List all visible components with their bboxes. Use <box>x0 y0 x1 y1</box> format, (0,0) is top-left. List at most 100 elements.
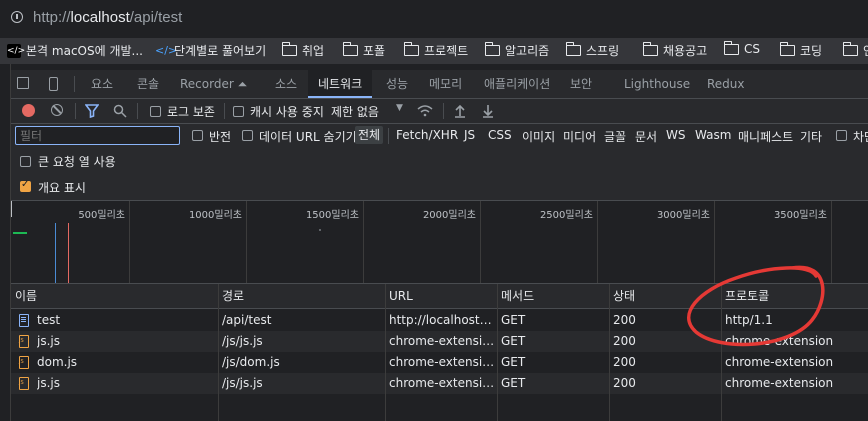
column-divider[interactable] <box>385 284 386 421</box>
script-icon <box>19 335 29 348</box>
request-path: /js/js.js <box>222 376 263 390</box>
filter-type-css[interactable]: CSS <box>488 128 512 142</box>
tab-console[interactable]: 콘솔 <box>137 70 159 98</box>
divider <box>224 103 225 119</box>
big-rows-checkbox[interactable] <box>20 156 31 167</box>
column-header-url[interactable]: URL <box>385 284 497 309</box>
filter-type-image[interactable]: 이미지 <box>522 128 555 145</box>
device-toolbar-icon[interactable] <box>49 77 58 91</box>
folder-icon <box>342 42 358 56</box>
filter-type-ws[interactable]: WS <box>666 128 685 142</box>
column-header-path[interactable]: 경로 <box>218 284 385 309</box>
table-row[interactable]: test /api/test http://localhost/... GET … <box>11 310 868 331</box>
column-divider[interactable] <box>721 284 722 421</box>
bookmark-item[interactable]: </> 단계별로 풀어보기 <box>155 42 266 59</box>
folder-icon <box>403 42 419 56</box>
filter-type-wasm[interactable]: Wasm <box>695 128 731 142</box>
info-icon[interactable] <box>11 11 23 23</box>
gridline <box>480 201 481 283</box>
request-bar <box>319 229 321 231</box>
throttling-select[interactable]: 제한 없음 <box>331 103 379 120</box>
filter-type-font[interactable]: 글꼴 <box>604 128 626 145</box>
table-row[interactable]: js.js /js/js.js chrome-extensio... GET 2… <box>11 331 868 352</box>
blocked-requests-checkbox[interactable] <box>836 130 847 141</box>
filter-type-media[interactable]: 미디어 <box>563 128 596 145</box>
bookmark-folder[interactable]: 프로젝트 <box>403 42 468 59</box>
filter-input[interactable] <box>15 126 180 145</box>
blocked-requests-label: 차단 <box>853 130 868 144</box>
tick-label: 1000밀리초 <box>188 210 242 221</box>
chevron-down-icon[interactable]: ▼ <box>396 103 403 113</box>
bookmark-folder[interactable]: 알고리즘 <box>484 42 549 59</box>
divider <box>388 128 389 144</box>
filter-icon[interactable] <box>85 104 99 118</box>
table-row[interactable]: js.js /js/js.js chrome-extensio... GET 2… <box>11 373 868 394</box>
column-divider[interactable] <box>497 284 498 421</box>
tab-elements[interactable]: 요소 <box>91 70 113 98</box>
request-path: /api/test <box>222 313 272 327</box>
column-header-protocol[interactable]: 프로토콜 <box>721 284 868 309</box>
tab-memory[interactable]: 메모리 <box>429 70 462 98</box>
tick-label: 1500밀리초 <box>305 210 359 221</box>
column-header-method[interactable]: 메서드 <box>497 284 609 309</box>
request-status: 200 <box>613 376 636 390</box>
filter-type-other[interactable]: 기타 <box>800 128 822 145</box>
folder-icon <box>642 42 658 56</box>
show-overview-checkbox[interactable] <box>20 179 31 192</box>
request-url: chrome-extensio... <box>389 334 495 348</box>
request-protocol: chrome-extension <box>725 355 834 369</box>
bookmark-folder[interactable]: 포폴 <box>342 42 385 59</box>
request-status: 200 <box>613 355 636 369</box>
hide-data-urls-label: 데이터 URL 숨기기 <box>259 130 357 144</box>
bookmark-folder[interactable]: 인 <box>842 42 868 59</box>
request-name: js.js <box>37 334 60 348</box>
preserve-log-label: 로그 보존 <box>167 105 215 119</box>
disable-cache-checkbox[interactable] <box>233 106 244 117</box>
search-icon[interactable] <box>113 104 127 118</box>
bookmark-item[interactable]: </> 본격 macOS에 개발... <box>7 42 143 59</box>
tab-performance[interactable]: 성능 <box>386 70 408 98</box>
bookmark-folder[interactable]: 코딩 <box>779 42 822 59</box>
tab-network[interactable]: 네트워크 <box>308 70 373 98</box>
column-divider[interactable] <box>218 284 219 421</box>
filter-type-all[interactable]: 전체 <box>355 126 384 144</box>
filter-type-doc[interactable]: 문서 <box>635 128 657 145</box>
timeline-overview[interactable]: 500밀리초 1000밀리초 1500밀리초 2000밀리초 2500밀리초 3… <box>11 201 868 284</box>
folder-icon <box>779 42 795 56</box>
address-bar[interactable]: http://localhost/api/test <box>0 0 868 38</box>
import-har-icon[interactable] <box>454 104 466 118</box>
overview-handle[interactable] <box>11 201 12 217</box>
tab-lighthouse[interactable]: Lighthouse <box>624 70 690 98</box>
filter-type-fetch-xhr[interactable]: Fetch/XHR <box>396 128 458 142</box>
hide-data-urls-checkbox[interactable] <box>242 130 253 141</box>
bookmark-folder[interactable]: 스프링 <box>565 42 619 59</box>
request-protocol: chrome-extension <box>725 334 834 348</box>
url-text[interactable]: http://localhost/api/test <box>33 9 182 26</box>
invert-checkbox[interactable] <box>192 130 203 141</box>
bookmark-folder[interactable]: 취업 <box>281 42 324 59</box>
request-path: /js/js.js <box>222 334 263 348</box>
filter-type-manifest[interactable]: 매니페스트 <box>738 128 793 145</box>
record-icon[interactable] <box>22 104 35 117</box>
table-row[interactable]: dom.js /js/dom.js chrome-extensio... GET… <box>11 352 868 373</box>
tab-security[interactable]: 보안 <box>570 70 592 98</box>
bookmark-folder[interactable]: CS <box>723 40 760 56</box>
tab-sources[interactable]: 소스 <box>275 70 297 98</box>
export-har-icon[interactable] <box>482 104 494 118</box>
divider <box>74 76 75 92</box>
gridline <box>363 201 364 283</box>
tab-redux[interactable]: Redux <box>707 70 745 98</box>
clear-icon[interactable] <box>51 104 63 116</box>
folder-icon <box>842 42 858 56</box>
filter-type-js[interactable]: JS <box>464 128 475 142</box>
bookmark-folder[interactable]: 채용공고 <box>642 42 707 59</box>
tab-application[interactable]: 애플리케이션 <box>484 70 550 98</box>
inspect-icon[interactable] <box>17 77 29 89</box>
preserve-log-checkbox[interactable] <box>150 106 161 117</box>
invert-label: 반전 <box>209 130 232 144</box>
column-header-name[interactable]: 이름 <box>11 284 218 309</box>
tab-recorder[interactable]: Recorder ⏶ <box>180 70 247 98</box>
network-conditions-icon[interactable] <box>416 104 434 118</box>
column-divider[interactable] <box>609 284 610 421</box>
column-header-status[interactable]: 상태 <box>609 284 721 309</box>
